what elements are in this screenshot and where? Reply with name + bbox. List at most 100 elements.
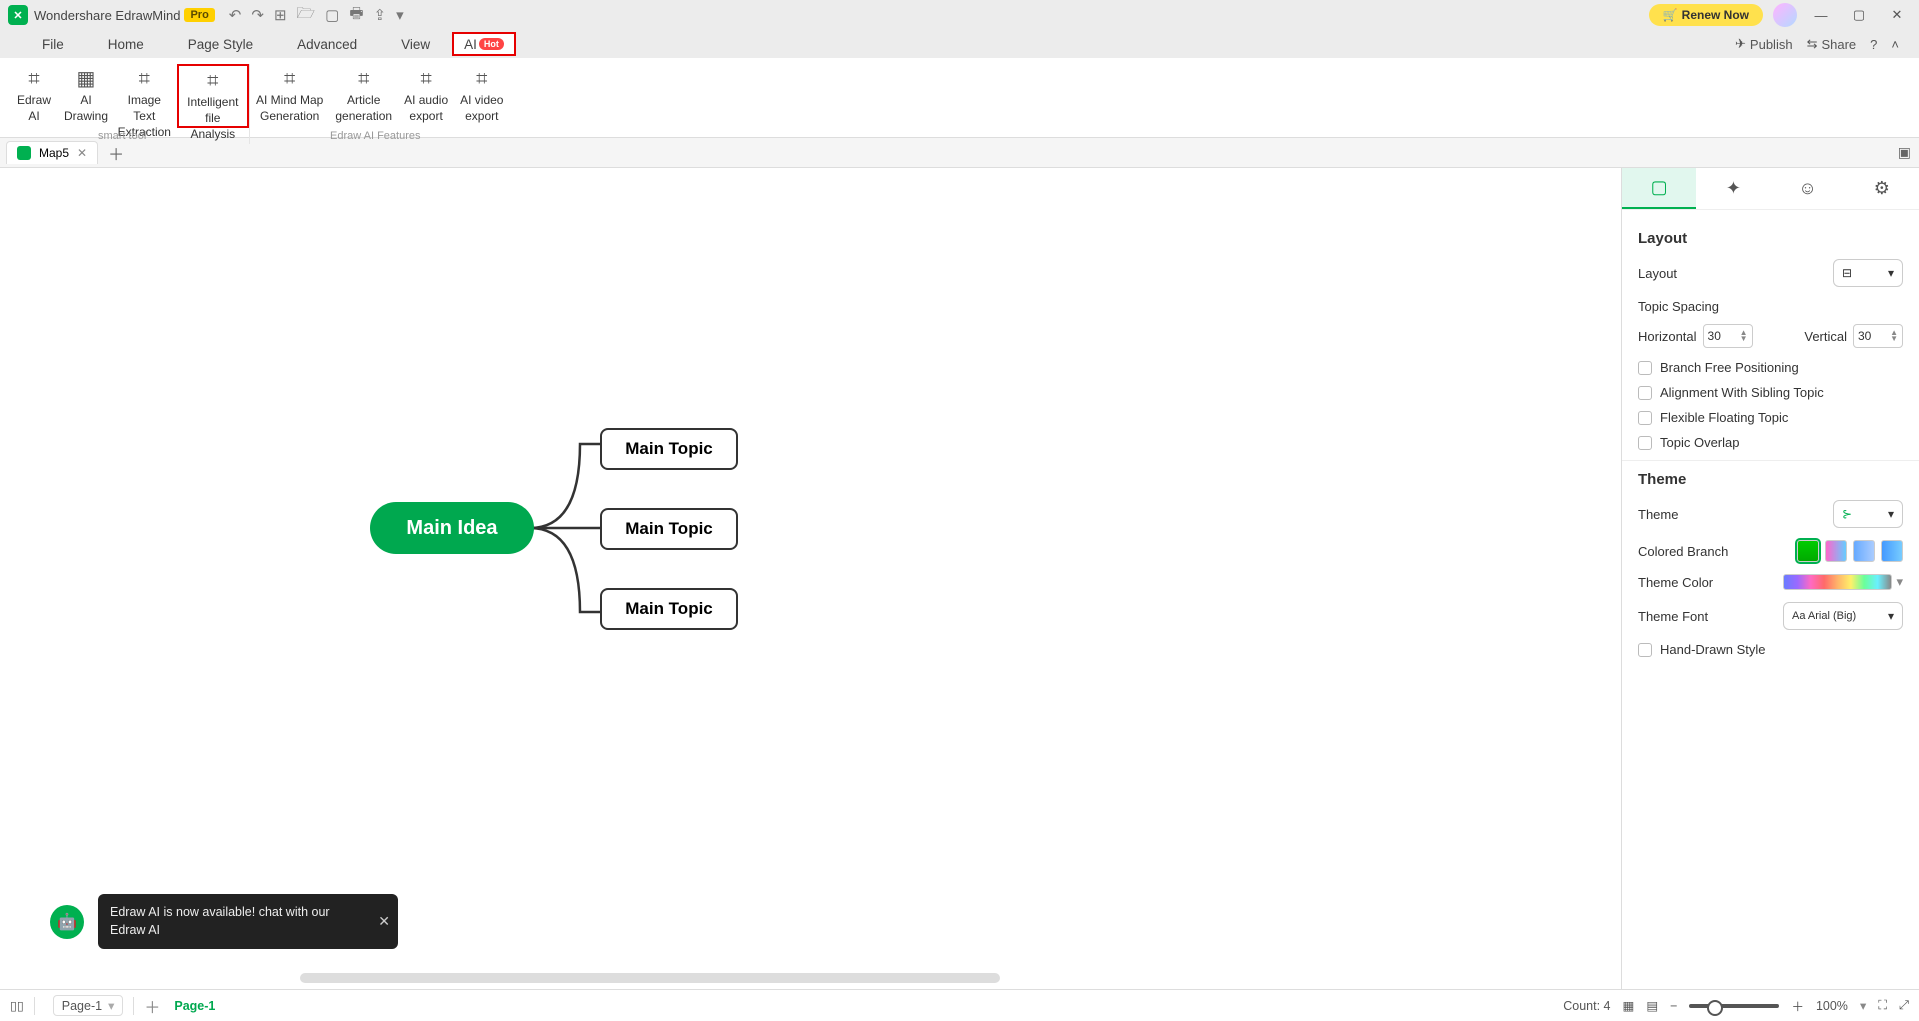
print-icon[interactable]: 🖶 bbox=[349, 3, 363, 28]
ai-toast: Edraw AI is now available! chat with our… bbox=[98, 894, 398, 949]
page-chip[interactable]: Page-1 bbox=[174, 999, 215, 1013]
flexible-floating-checkbox[interactable]: Flexible Floating Topic bbox=[1638, 410, 1903, 425]
doc-tab-label: Map5 bbox=[39, 146, 69, 160]
minimize-icon[interactable]: — bbox=[1807, 8, 1835, 23]
horizontal-scrollbar[interactable] bbox=[300, 973, 1000, 983]
ribbon-group-smart-tool: smart tool bbox=[98, 130, 146, 142]
zoom-out-icon[interactable]: − bbox=[1670, 999, 1677, 1013]
panel-tab-style[interactable]: ✦ bbox=[1696, 168, 1770, 209]
topic-overlap-checkbox[interactable]: Topic Overlap bbox=[1638, 435, 1903, 450]
add-page-button[interactable]: ＋ bbox=[144, 994, 160, 1018]
branch-swatch-4[interactable] bbox=[1881, 540, 1903, 562]
user-avatar[interactable] bbox=[1773, 3, 1797, 27]
right-panel: ▢ ✦ ☺ ⚙ Layout Layout ⊟▾ Topic Spacing H… bbox=[1621, 168, 1919, 989]
theme-select[interactable]: ⊱▾ bbox=[1833, 500, 1903, 528]
ai-chat-bubble[interactable]: 🤖 bbox=[50, 905, 84, 939]
menu-bar: File Home Page Style Advanced View AIHot… bbox=[0, 30, 1919, 58]
doc-tab-close-icon[interactable]: ✕ bbox=[77, 146, 87, 160]
article-icon: ⌗ bbox=[358, 66, 369, 92]
ai-audio-export-button[interactable]: ⌗AI audioexport bbox=[398, 64, 454, 128]
audio-icon: ⌗ bbox=[420, 66, 431, 92]
horizontal-spacing-input[interactable]: 30▲▼ bbox=[1703, 324, 1753, 348]
vertical-label: Vertical bbox=[1804, 329, 1847, 344]
mindmap-icon: ⌗ bbox=[284, 66, 295, 92]
menu-view[interactable]: View bbox=[379, 30, 452, 58]
canvas[interactable]: Main Idea Main Topic Main Topic Main Top… bbox=[0, 168, 1621, 989]
edraw-ai-button[interactable]: ⌗EdrawAI bbox=[8, 64, 60, 128]
grid-view-icon[interactable]: ▦ bbox=[1623, 998, 1635, 1013]
chevron-down-icon: ▾ bbox=[1888, 609, 1894, 623]
ai-drawing-button[interactable]: ▦AIDrawing bbox=[60, 64, 112, 128]
panel-tab-emoji[interactable]: ☺ bbox=[1771, 168, 1845, 209]
branch-swatch-3[interactable] bbox=[1853, 540, 1875, 562]
topic-node[interactable]: Main Topic bbox=[600, 508, 738, 550]
panel-tab-settings[interactable]: ⚙ bbox=[1845, 168, 1919, 209]
theme-font-label: Theme Font bbox=[1638, 609, 1708, 624]
publish-button[interactable]: ✈Publish bbox=[1735, 36, 1793, 52]
article-gen-button[interactable]: ⌗Articlegeneration bbox=[329, 64, 398, 128]
file-analysis-icon: ⌗ bbox=[207, 68, 218, 94]
open-icon[interactable]: 🗁 bbox=[297, 3, 316, 28]
menu-page-style[interactable]: Page Style bbox=[166, 30, 275, 58]
count-label: Count: 4 bbox=[1563, 999, 1610, 1013]
branch-swatch-1[interactable] bbox=[1797, 540, 1819, 562]
add-tab-button[interactable]: ＋ bbox=[108, 141, 124, 165]
publish-icon: ✈ bbox=[1735, 36, 1746, 52]
redo-icon[interactable]: ↷ bbox=[251, 6, 264, 24]
layout-tab-icon: ▢ bbox=[1651, 177, 1668, 198]
menu-home[interactable]: Home bbox=[86, 30, 166, 58]
app-title: Wondershare EdrawMind bbox=[34, 8, 180, 23]
topic-node[interactable]: Main Topic bbox=[600, 588, 738, 630]
chevron-down-icon: ▾ bbox=[1888, 266, 1894, 280]
chevron-down-icon[interactable]: ▾ bbox=[1896, 574, 1903, 590]
toast-close-icon[interactable]: ✕ bbox=[378, 912, 390, 932]
image-text-extraction-button[interactable]: ⌗Image TextExtraction bbox=[112, 64, 177, 128]
save-icon[interactable]: ▢ bbox=[325, 6, 339, 24]
new-icon[interactable]: ⊞ bbox=[274, 6, 287, 24]
zoom-slider[interactable] bbox=[1689, 1004, 1779, 1008]
undo-icon[interactable]: ↶ bbox=[229, 6, 242, 24]
hand-drawn-checkbox[interactable]: Hand-Drawn Style bbox=[1638, 642, 1903, 657]
panel-tab-layout[interactable]: ▢ bbox=[1622, 168, 1696, 209]
ribbon-group-ai-features: Edraw AI Features bbox=[330, 130, 421, 142]
page-select[interactable]: Page-1▾ bbox=[53, 995, 124, 1016]
theme-font-select[interactable]: Aa Arial (Big)▾ bbox=[1783, 602, 1903, 630]
vertical-spacing-input[interactable]: 30▲▼ bbox=[1853, 324, 1903, 348]
topic-node[interactable]: Main Topic bbox=[600, 428, 738, 470]
ai-mindmap-gen-button[interactable]: ⌗AI Mind MapGeneration bbox=[250, 64, 329, 128]
chevron-down-icon[interactable]: ▾ bbox=[1860, 998, 1866, 1013]
intelligent-file-analysis-button[interactable]: ⌗Intelligentfile Analysis bbox=[177, 64, 249, 128]
menu-advanced[interactable]: Advanced bbox=[275, 30, 379, 58]
branch-free-checkbox[interactable]: Branch Free Positioning bbox=[1638, 360, 1903, 375]
export-icon[interactable]: ⇪ bbox=[374, 6, 387, 24]
qat-more-icon[interactable]: ▾ bbox=[396, 6, 404, 24]
fullscreen-icon[interactable]: ⤢ bbox=[1899, 998, 1909, 1013]
layout-label: Layout bbox=[1638, 266, 1677, 281]
ai-video-export-button[interactable]: ⌗AI videoexport bbox=[454, 64, 509, 128]
share-button[interactable]: ⇆Share bbox=[1807, 36, 1857, 52]
close-icon[interactable]: ✕ bbox=[1883, 7, 1911, 23]
fit-screen-icon[interactable]: ⛶ bbox=[1878, 998, 1887, 1013]
list-view-icon[interactable]: ▤ bbox=[1646, 998, 1658, 1013]
collapse-ribbon-icon[interactable]: ˄ bbox=[1891, 37, 1899, 52]
doc-tab-map5[interactable]: Map5 ✕ bbox=[6, 141, 98, 164]
doc-tab-icon bbox=[17, 146, 31, 160]
layout-preview-icon: ⊟ bbox=[1842, 266, 1852, 280]
layout-select[interactable]: ⊟▾ bbox=[1833, 259, 1903, 287]
ai-icon: ⌗ bbox=[28, 66, 39, 92]
theme-color-strip[interactable] bbox=[1783, 574, 1892, 590]
maximize-icon[interactable]: ▢ bbox=[1845, 7, 1873, 23]
menu-ai[interactable]: AIHot bbox=[452, 32, 516, 56]
share-icon: ⇆ bbox=[1807, 36, 1818, 52]
main-idea-node[interactable]: Main Idea bbox=[370, 502, 534, 554]
menu-file[interactable]: File bbox=[20, 30, 86, 58]
zoom-in-icon[interactable]: ＋ bbox=[1791, 996, 1804, 1015]
branch-swatch-2[interactable] bbox=[1825, 540, 1847, 562]
renew-button[interactable]: 🛒 Renew Now bbox=[1649, 4, 1763, 26]
outline-view-icon[interactable]: ▯▯ bbox=[10, 998, 24, 1013]
panel-toggle-icon[interactable]: ▣ bbox=[1898, 144, 1911, 161]
alignment-sibling-checkbox[interactable]: Alignment With Sibling Topic bbox=[1638, 385, 1903, 400]
help-icon[interactable]: ? bbox=[1870, 37, 1877, 52]
hot-badge: Hot bbox=[479, 38, 504, 50]
ocr-icon: ⌗ bbox=[139, 66, 150, 92]
